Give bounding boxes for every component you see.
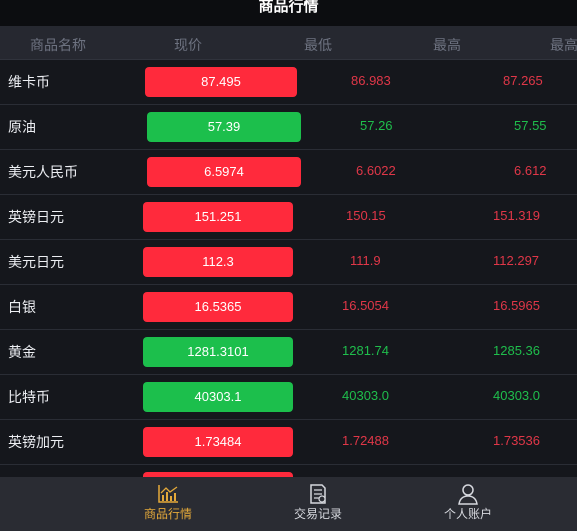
low-value: 1.72488 [342,433,389,448]
quote-row[interactable]: 维卡币 87.495 86.983 87.265 [0,60,577,105]
document-icon [310,484,326,504]
price-button[interactable]: 40303.1 [143,382,293,412]
quote-row[interactable]: 英镑加元 1.73484 1.72488 1.73536 [0,420,577,465]
chart-icon [158,485,178,503]
low-value: 111.9 [350,253,381,268]
column-low-header: 最低 [304,38,332,54]
high-value: 112.297 [493,253,540,268]
quote-row[interactable]: 美元日元 112.3 111.9 112.297 [0,240,577,285]
price-button[interactable]: 112.3 [143,247,293,277]
price-button[interactable]: 1.73484 [143,427,293,457]
quote-list[interactable]: 维卡币 87.495 86.983 87.265 原油 57.39 57.26 … [0,60,577,477]
commodity-name: 比特币 [8,390,50,406]
tab-market[interactable]: 商品行情 [108,477,228,531]
price-button[interactable]: 1281.3101 [143,337,293,367]
quote-row[interactable] [0,465,577,477]
commodity-name: 黄金 [8,345,36,361]
column-header: 商品名称 现价 最低 最高 最高 [0,26,577,60]
commodity-name: 白银 [8,300,36,316]
column-name-header: 商品名称 [30,38,86,54]
tab-account-label: 个人账户 [443,507,492,521]
commodity-name: 美元人民币 [8,165,78,181]
price-button[interactable]: 151.251 [143,202,293,232]
column-high-header-2: 最高 [550,38,577,54]
quote-row[interactable]: 原油 57.39 57.26 57.55 [0,105,577,150]
low-value: 6.6022 [356,163,396,178]
tab-account[interactable]: 个人账户 [408,477,528,531]
quote-row[interactable]: 美元人民币 6.5974 6.6022 6.612 [0,150,577,195]
high-value: 1.73536 [493,433,540,448]
commodity-name: 英镑日元 [8,210,64,226]
tab-market-label: 商品行情 [143,507,192,521]
low-value: 57.26 [360,118,393,133]
commodity-name: 维卡币 [8,75,50,91]
user-icon [458,484,478,505]
commodity-name: 美元日元 [8,255,64,271]
price-button[interactable]: 57.39 [147,112,301,142]
price-button[interactable]: 87.495 [145,67,297,97]
high-value: 57.55 [514,118,547,133]
low-value: 1281.74 [342,343,389,358]
tab-trade-records[interactable]: 交易记录 [258,477,378,531]
high-value: 151.319 [493,208,540,223]
high-value: 6.612 [514,163,547,178]
column-price-header: 现价 [174,38,202,54]
page-title: 商品行情 [258,0,319,15]
quote-row[interactable]: 白银 16.5365 16.5054 16.5965 [0,285,577,330]
low-value: 40303.0 [342,388,389,403]
tab-trade-records-label: 交易记录 [293,507,342,521]
price-button[interactable]: 16.5365 [143,292,293,322]
high-value: 40303.0 [493,388,540,403]
commodity-name: 原油 [8,120,36,136]
quote-row[interactable]: 比特币 40303.1 40303.0 40303.0 [0,375,577,420]
high-value: 1285.36 [493,343,540,358]
header-bar: 商品行情 [0,0,577,26]
commodity-name: 英镑加元 [8,435,64,451]
price-button[interactable]: 6.5974 [147,157,301,187]
high-value: 87.265 [503,73,543,88]
quote-row[interactable]: 黄金 1281.3101 1281.74 1285.36 [0,330,577,375]
high-value: 16.5965 [493,298,540,313]
column-high-header: 最高 [433,38,461,54]
low-value: 86.983 [351,73,391,88]
low-value: 16.5054 [342,298,389,313]
quote-row[interactable]: 英镑日元 151.251 150.15 151.319 [0,195,577,240]
low-value: 150.15 [346,208,386,223]
bottom-tab-bar: 商品行情 交易记录 个人账户 [0,477,577,531]
